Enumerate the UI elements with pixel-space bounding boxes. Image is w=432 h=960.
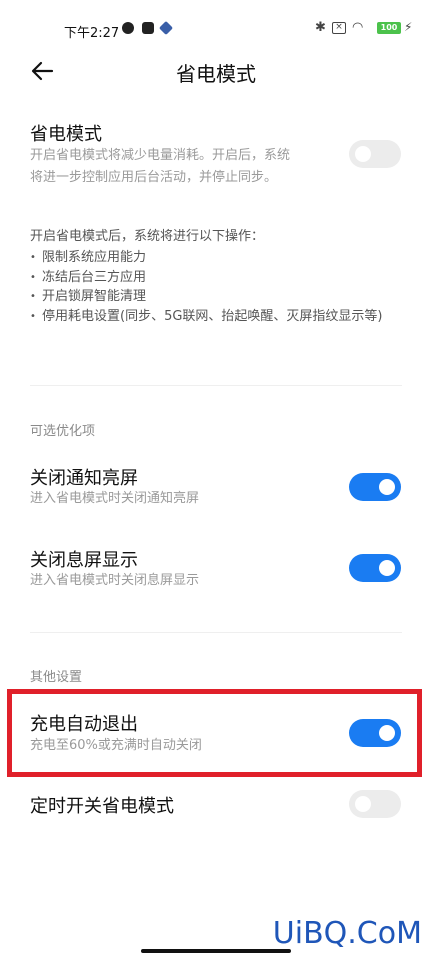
app-notification-icon (158, 20, 174, 36)
app-notification-icon (122, 22, 134, 34)
wifi-icon: ◠ (352, 20, 364, 35)
list-item: 限制系统应用能力 (30, 248, 400, 268)
section-label-optional: 可选优化项 (30, 424, 96, 439)
row-title: 定时开关省电模式 (30, 796, 174, 817)
status-bar: 下午2:27 ✱ × ◠ 100 ⚡ (0, 0, 432, 41)
bluetooth-icon: ✱ (315, 20, 326, 35)
close-notification-wake-toggle[interactable] (349, 473, 401, 501)
toggle-knob (379, 479, 395, 495)
divider (30, 632, 402, 633)
list-item: 停用耗电设置(同步、5G联网、抬起唤醒、灭屏指纹显示等) (30, 307, 400, 327)
list-item: 冻结后台三方应用 (30, 268, 400, 288)
toggle-knob (355, 796, 371, 812)
sim-off-icon: × (332, 22, 346, 34)
row-title: 关闭息屏显示 (30, 550, 138, 571)
toggle-knob (379, 560, 395, 576)
row-title: 关闭通知亮屏 (30, 468, 138, 489)
power-saving-subtitle-line2: 将进一步控制应用后台活动，并停止同步。 (30, 170, 278, 185)
status-time: 下午2:27 (64, 26, 120, 41)
info-intro: 开启省电模式后，系统将进行以下操作： (30, 229, 265, 244)
home-indicator[interactable] (141, 949, 291, 953)
info-list: 限制系统应用能力 冻结后台三方应用 开启锁屏智能清理 停用耗电设置(同步、5G联… (30, 248, 400, 326)
list-item: 开启锁屏智能清理 (30, 287, 400, 307)
watermark: UiBQ.CoM (272, 916, 422, 951)
app-notification-icon (142, 22, 154, 34)
highlight-box (7, 689, 422, 777)
page-title: 省电模式 (176, 62, 256, 86)
row-subtitle: 进入省电模式时关闭息屏显示 (30, 573, 200, 588)
toggle-knob (355, 146, 371, 162)
charging-icon: ⚡ (404, 20, 413, 34)
power-saving-subtitle-line1: 开启省电模式将减少电量消耗。开启后，系统 (30, 148, 291, 163)
battery-icon: 100 (377, 22, 401, 34)
section-label-other: 其他设置 (30, 670, 83, 685)
power-saving-toggle[interactable] (349, 140, 401, 168)
power-saving-title: 省电模式 (30, 124, 102, 145)
close-aod-toggle[interactable] (349, 554, 401, 582)
divider (30, 385, 402, 386)
row-subtitle: 进入省电模式时关闭通知亮屏 (30, 491, 200, 506)
scheduled-power-saving-toggle[interactable] (349, 790, 401, 818)
